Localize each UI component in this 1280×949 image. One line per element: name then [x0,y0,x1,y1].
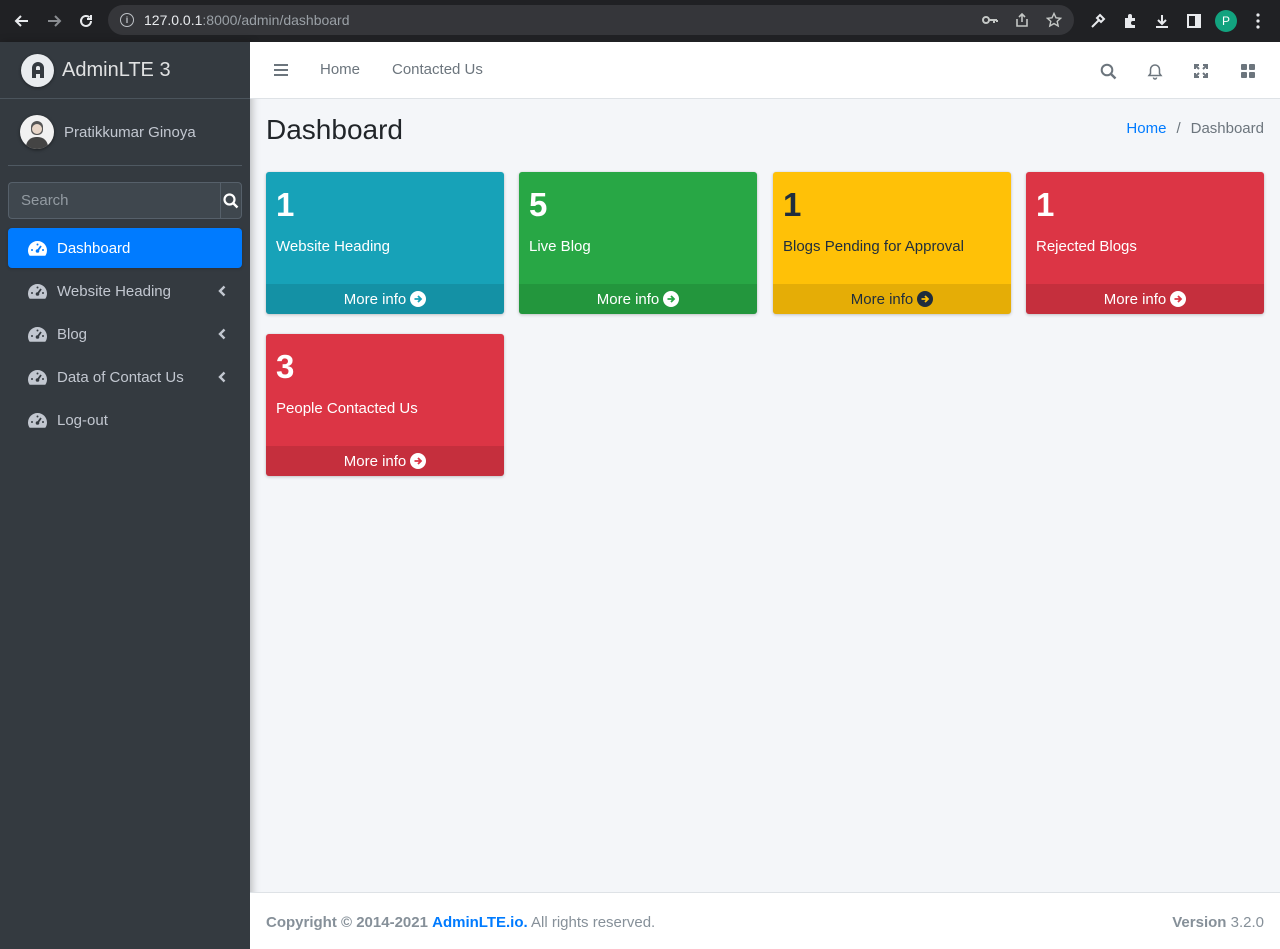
small-box-blogs-pending: 1 Blogs Pending for Approval More info [773,172,1011,314]
copyright: Copyright © 2014-2021 AdminLTE.io. All r… [266,914,655,931]
nav-link-contacted-us[interactable]: Contacted Us [392,61,483,78]
small-box-people-contacted: 3 People Contacted Us More info [266,334,504,476]
sidebar-item-label: Log-out [57,411,108,429]
url-path: :8000/admin/dashboard [202,12,350,28]
menu-dots-icon[interactable] [1244,7,1272,35]
profile-avatar: P [1215,10,1237,32]
brand-link[interactable]: AdminLTE 3 [0,42,250,99]
brand-text: AdminLTE 3 [62,58,171,81]
box-count: 3 [276,348,295,385]
side-panel-icon[interactable] [1180,7,1208,35]
download-icon[interactable] [1148,7,1176,35]
breadcrumb: Home / Dashboard [1126,120,1264,137]
profile-button[interactable]: P [1212,7,1240,35]
sidebar-item-dashboard[interactable]: Dashboard [8,228,242,268]
box-label: Rejected Blogs [1036,238,1137,255]
address-bar[interactable]: i 127.0.0.1:8000/admin/dashboard [108,5,1074,35]
adminlte-link[interactable]: AdminLTE.io. [432,914,528,931]
grid-icon[interactable] [1238,61,1258,81]
box-count: 1 [1036,186,1055,223]
version-number: 3.2.0 [1230,914,1264,931]
sidebar-item-label: Data of Contact Us [57,368,184,386]
more-info-link[interactable]: More info [266,446,504,476]
rights-text: All rights reserved. [531,914,656,931]
box-count: 5 [529,186,548,223]
box-label: Live Blog [529,238,591,255]
search-icon[interactable] [1098,61,1118,81]
chevron-left-icon [218,371,226,383]
sidebar-item-label: Blog [57,325,88,343]
search-icon [223,192,239,208]
small-box-website-heading: 1 Website Heading More info [266,172,504,314]
user-name[interactable]: Pratikkumar Ginoya [64,124,196,141]
sidebar-item-log-out[interactable]: Log-out [8,400,242,440]
sidebar-item-blog[interactable]: Blog [8,314,242,354]
sidebar-item-label: Dashboard [57,239,131,257]
sidebar-search-button[interactable] [220,182,242,219]
share-icon[interactable] [1010,8,1034,32]
more-info-label: More info [343,452,407,470]
main-header: Home Contacted Us [250,42,1280,99]
sidebar-search-input[interactable] [8,182,220,219]
key-icon[interactable] [978,8,1002,32]
eyedropper-icon[interactable] [1084,7,1112,35]
adminlte-logo [21,53,54,87]
breadcrumb-home[interactable]: Home [1126,120,1166,137]
box-count: 1 [276,186,295,223]
arrow-circle-right-icon [663,291,680,307]
arrow-circle-right-icon [410,291,427,307]
gauge-icon [28,240,47,256]
hamburger-icon[interactable] [274,64,288,76]
more-info-link[interactable]: More info [266,284,504,314]
more-info-link[interactable]: More info [1026,284,1264,314]
extensions-icon[interactable] [1116,7,1144,35]
sidebar: AdminLTE 3 Pratikkumar Ginoya Dashboard … [0,42,250,949]
breadcrumb-separator: / [1176,120,1181,137]
more-info-label: More info [343,290,407,308]
arrow-circle-right-icon [1170,291,1187,307]
gauge-icon [28,369,47,385]
box-label: Blogs Pending for Approval [783,238,964,255]
user-panel[interactable]: Pratikkumar Ginoya [8,99,242,166]
nav-link-home[interactable]: Home [320,61,360,78]
sidebar-item-label: Website Heading [57,282,171,300]
more-info-link[interactable]: More info [773,284,1011,314]
box-label: Website Heading [276,238,390,255]
site-info-icon[interactable]: i [120,13,134,27]
box-label: People Contacted Us [276,400,418,417]
more-info-label: More info [596,290,660,308]
forward-icon[interactable] [38,5,70,37]
gauge-icon [28,283,47,299]
sidebar-item-data-of-contact-us[interactable]: Data of Contact Us [8,357,242,397]
more-info-label: More info [1103,290,1167,308]
chevron-left-icon [218,285,226,297]
chevron-left-icon [218,328,226,340]
arrow-circle-right-icon [410,453,427,469]
browser-toolbar: i 127.0.0.1:8000/admin/dashboard P [0,0,1280,42]
main-footer: Copyright © 2014-2021 AdminLTE.io. All r… [250,892,1280,949]
more-info-link[interactable]: More info [519,284,757,314]
small-box-live-blog: 5 Live Blog More info [519,172,757,314]
back-icon[interactable] [6,5,38,37]
gauge-icon [28,326,47,342]
breadcrumb-current: Dashboard [1190,120,1264,137]
version-label: Version [1172,914,1227,931]
star-icon[interactable] [1042,8,1066,32]
sidebar-item-website-heading[interactable]: Website Heading [8,271,242,311]
box-count: 1 [783,186,802,223]
sidebar-nav: Dashboard Website Heading Blog Data of C… [8,228,242,440]
version-info: Version 3.2.0 [1172,914,1264,931]
user-avatar [20,115,54,149]
copyright-text: Copyright © 2014-2021 [266,914,428,931]
page-title: Dashboard [266,114,403,145]
url-host: 127.0.0.1 [144,12,203,28]
arrow-circle-right-icon [917,291,934,307]
more-info-label: More info [850,290,914,308]
small-box-rejected-blogs: 1 Rejected Blogs More info [1026,172,1264,314]
reload-icon[interactable] [70,5,102,37]
bell-icon[interactable] [1145,61,1165,81]
sidebar-search [8,182,242,219]
expand-icon[interactable] [1191,61,1211,81]
gauge-icon [28,412,47,428]
